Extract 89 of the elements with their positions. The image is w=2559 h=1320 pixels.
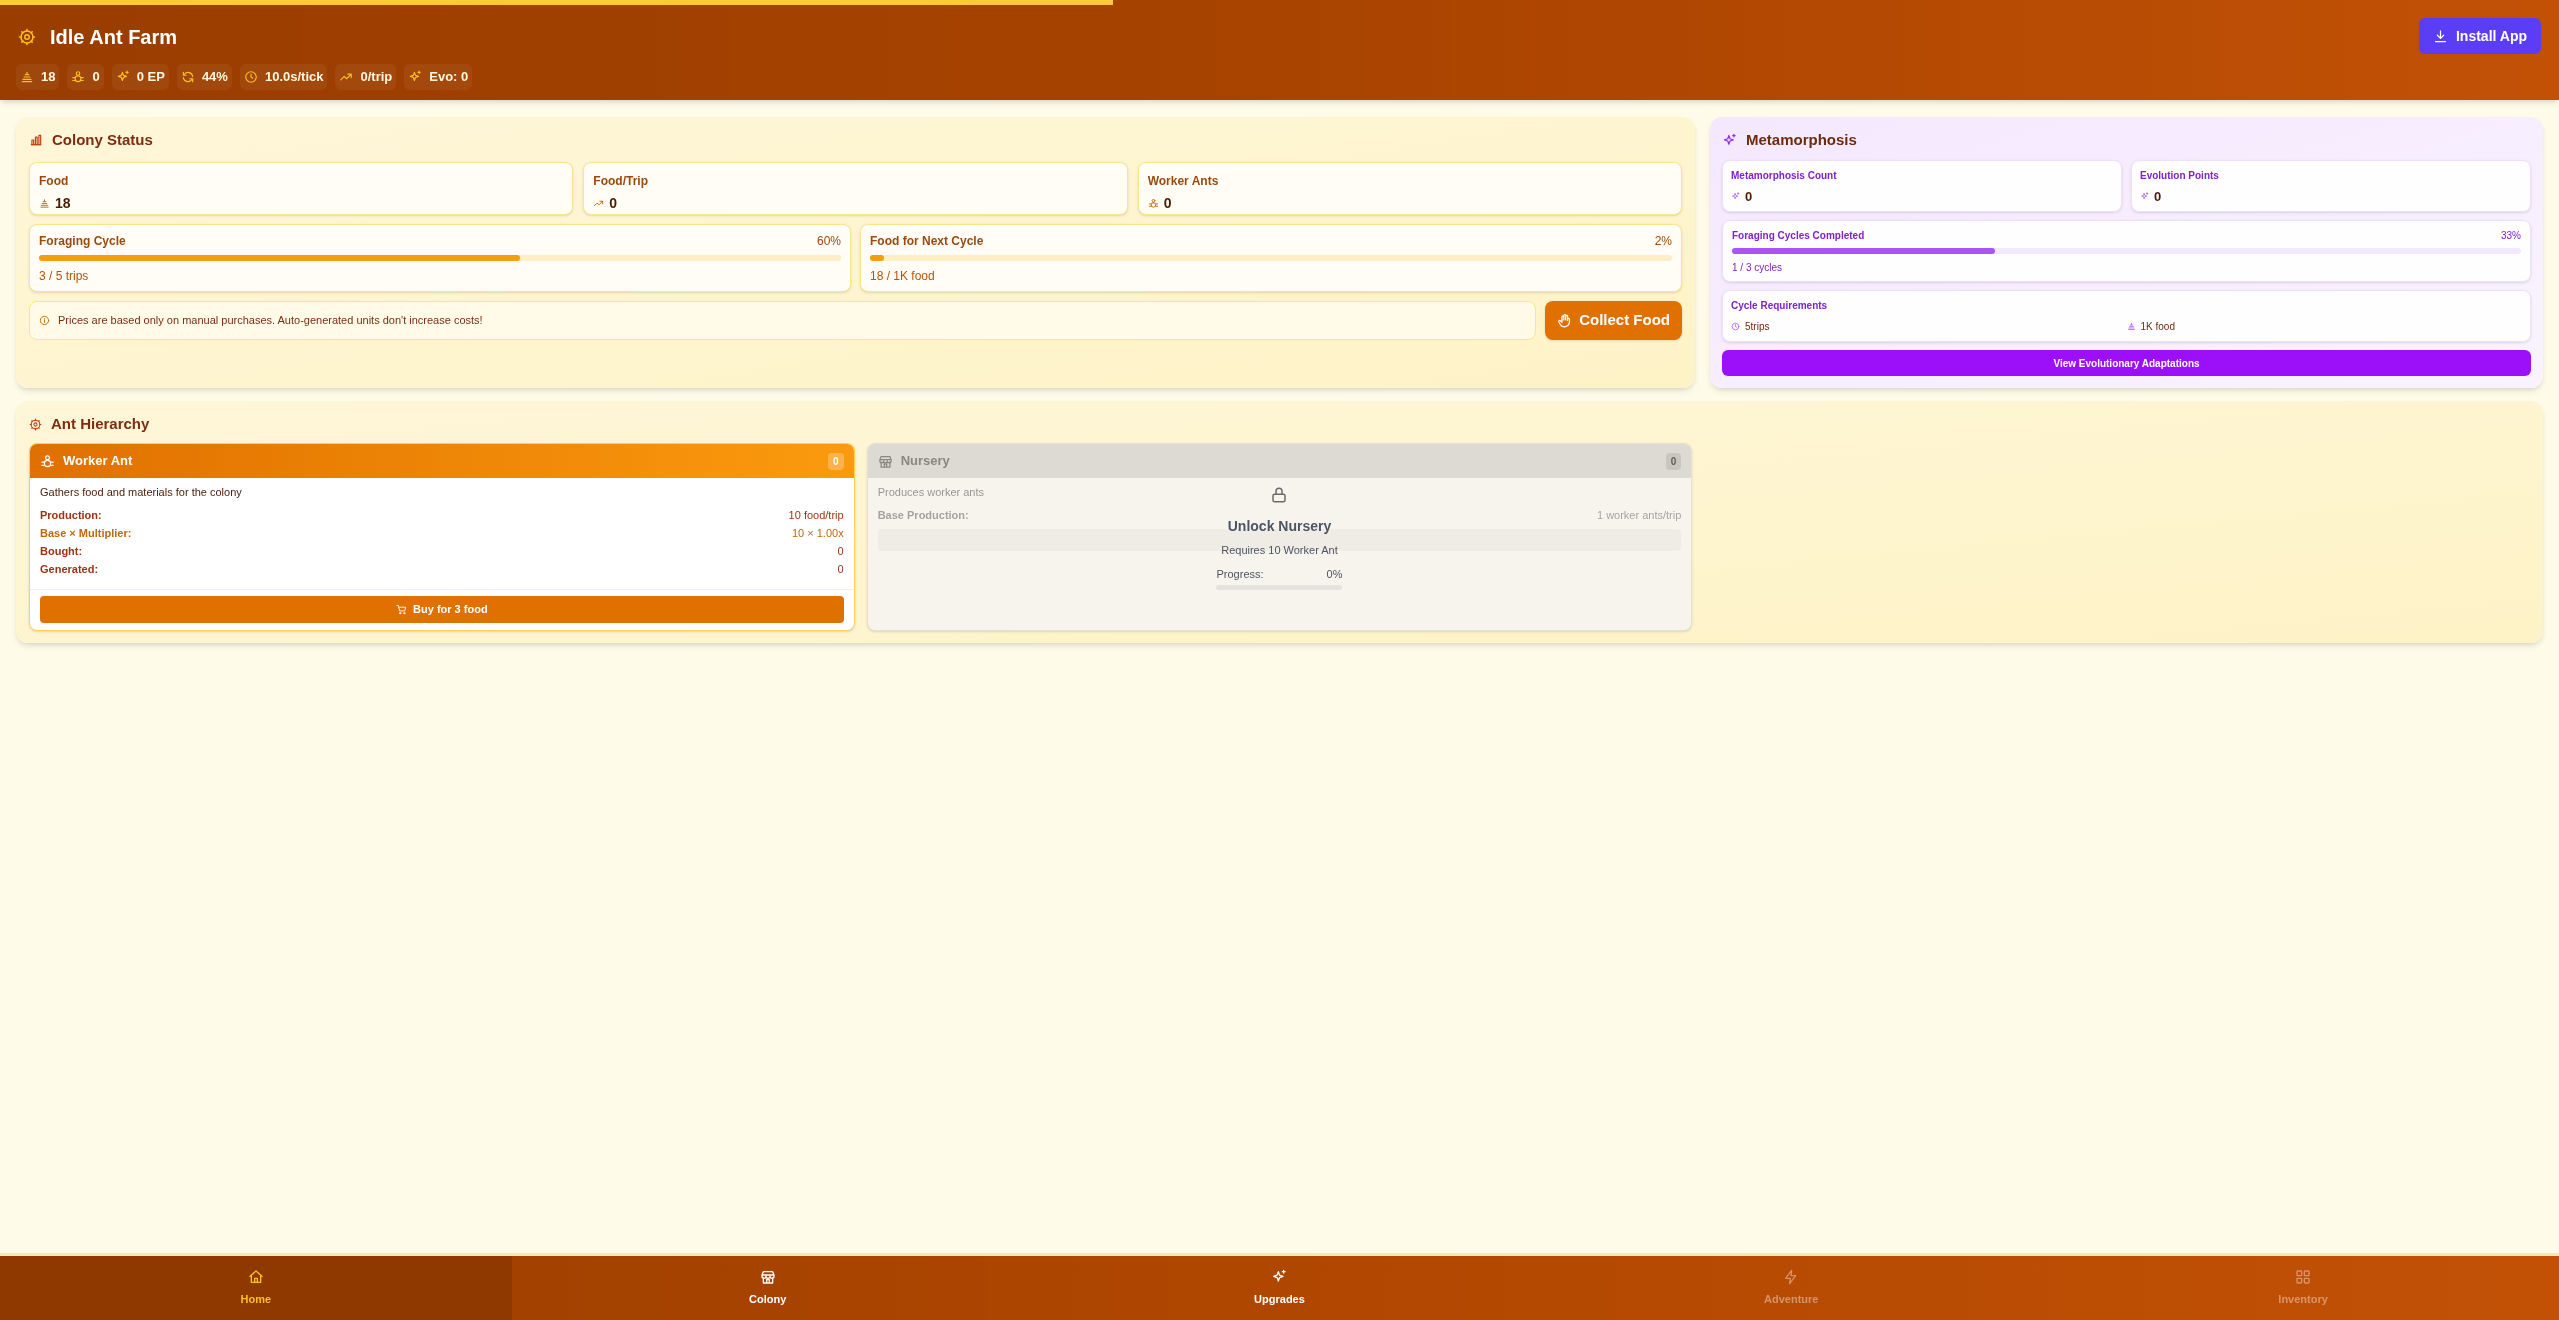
- clock-icon: [243, 69, 258, 84]
- unit-description: Gathers food and materials for the colony: [40, 485, 242, 500]
- progress-label: Food for Next Cycle: [870, 233, 984, 250]
- sparkles-icon: [115, 69, 130, 84]
- app-title: Idle Ant Farm: [50, 25, 178, 50]
- stat-value: 44%: [201, 68, 228, 86]
- stat-value: 10 food/trip: [788, 507, 844, 523]
- view-adaptations-button[interactable]: View Evolutionary Adaptations: [1722, 350, 2531, 376]
- store-icon: [877, 453, 893, 469]
- progress-detail: 1 / 3 cycles: [1732, 261, 1784, 275]
- nav-tab[interactable]: Colony: [511, 1256, 1024, 1320]
- home-icon: [247, 1268, 264, 1285]
- gear-icon: [18, 28, 36, 46]
- progress-percent: 33%: [2501, 229, 2521, 243]
- buy-button[interactable]: Buy for 3 food: [40, 596, 844, 623]
- stat-value: Evo: 0: [429, 68, 469, 86]
- stack-icon: [2126, 322, 2136, 331]
- stat-value: 0/trip: [360, 68, 393, 86]
- stack-icon: [39, 198, 50, 209]
- stat-label: Base Production:: [877, 507, 969, 523]
- stat-value: 0: [92, 68, 100, 86]
- count-badge: 0: [828, 452, 844, 470]
- panel-title: Colony Status: [52, 129, 153, 150]
- bug-icon: [1147, 198, 1159, 209]
- stat-value: 10 × 1.00x: [791, 525, 844, 541]
- requirements-title: Cycle Requirements: [1731, 299, 1829, 313]
- stack-icon: [20, 69, 34, 84]
- unlock-title: Unlock Nursery: [1227, 517, 1332, 536]
- nav-tab[interactable]: Upgrades: [1023, 1256, 1536, 1320]
- stat-label: Metamorphosis Count: [1731, 169, 1838, 183]
- stat-value: 0: [837, 543, 844, 559]
- unit-name: Nursery: [900, 452, 950, 471]
- unit-name: Worker Ant: [63, 452, 133, 471]
- refresh-icon: [180, 69, 195, 84]
- progress-percent: 2%: [1654, 233, 1672, 250]
- panel-title: Metamorphosis: [1746, 129, 1857, 150]
- sparkles-icon: [1731, 192, 1740, 202]
- progress-detail: 18 / 1K food: [870, 268, 936, 285]
- stat-value: 0: [609, 194, 618, 213]
- sparkles-icon: [1271, 1268, 1288, 1285]
- unit-description: Produces worker ants: [877, 485, 985, 500]
- progress-percent: 60%: [816, 233, 841, 250]
- unlock-requirement: Requires 10 Worker Ant: [1221, 543, 1338, 558]
- store-icon: [759, 1268, 776, 1285]
- notice-text: Prices are based only on manual purchases. Auto-generated units don't increase costs!: [58, 313, 483, 329]
- stat-label: Bought:: [40, 543, 83, 559]
- hand-icon: [1557, 313, 1573, 328]
- sparkles-icon: [1722, 132, 1737, 148]
- panel-title: Ant Hierarchy: [51, 413, 150, 434]
- bar-chart-icon: [29, 133, 43, 147]
- requirement-text: 5trips: [1745, 320, 1770, 334]
- stat-value: 1 worker ants/trip: [1596, 507, 1682, 523]
- sparkles-icon: [2140, 192, 2149, 202]
- bug-icon: [71, 69, 86, 84]
- stat-label: Base × Multiplier:: [40, 525, 132, 541]
- gear-icon: [29, 417, 42, 431]
- stat-value: 0: [837, 561, 844, 577]
- stat-value: 10.0s/tick: [264, 68, 324, 86]
- download-icon: [2432, 28, 2448, 44]
- count-badge: 0: [1665, 452, 1682, 470]
- install-button[interactable]: Install App: [2418, 18, 2541, 54]
- stat-label: Food: [39, 173, 70, 190]
- stat-value: 18: [41, 68, 56, 86]
- stat-value: 0 EP: [136, 68, 165, 86]
- stat-label: Worker Ants: [1147, 173, 1220, 190]
- progress-percent: 0%: [1326, 566, 1343, 582]
- sparkles-icon: [408, 69, 423, 84]
- progress-detail: 3 / 5 trips: [39, 268, 90, 285]
- nav-tab[interactable]: Home: [0, 1256, 512, 1320]
- stat-value: 0: [1745, 188, 1753, 206]
- stat-value: 18: [55, 194, 71, 213]
- collect-food-button[interactable]: Collect Food: [1545, 301, 1682, 340]
- grid-icon: [2295, 1268, 2312, 1285]
- stat-label: Food/Trip: [593, 173, 649, 190]
- bug-icon: [40, 453, 55, 469]
- progress-label: Foraging Cycles Completed: [1732, 229, 1865, 243]
- trend-up-icon: [593, 198, 605, 209]
- lock-icon: [1270, 486, 1289, 504]
- stat-label: Evolution Points: [2140, 169, 2220, 183]
- clock-icon: [1731, 322, 1740, 331]
- info-icon: [39, 315, 50, 326]
- stat-value: 0: [1163, 194, 1172, 213]
- cart-icon: [396, 604, 408, 615]
- stat-label: Generated:: [40, 561, 99, 577]
- progress-label: Foraging Cycle: [39, 233, 126, 250]
- stat-label: Production:: [40, 507, 102, 523]
- requirement-text: 1K food: [2140, 320, 2175, 334]
- progress-label: Progress:: [1216, 566, 1264, 582]
- stat-value: 0: [2154, 188, 2162, 206]
